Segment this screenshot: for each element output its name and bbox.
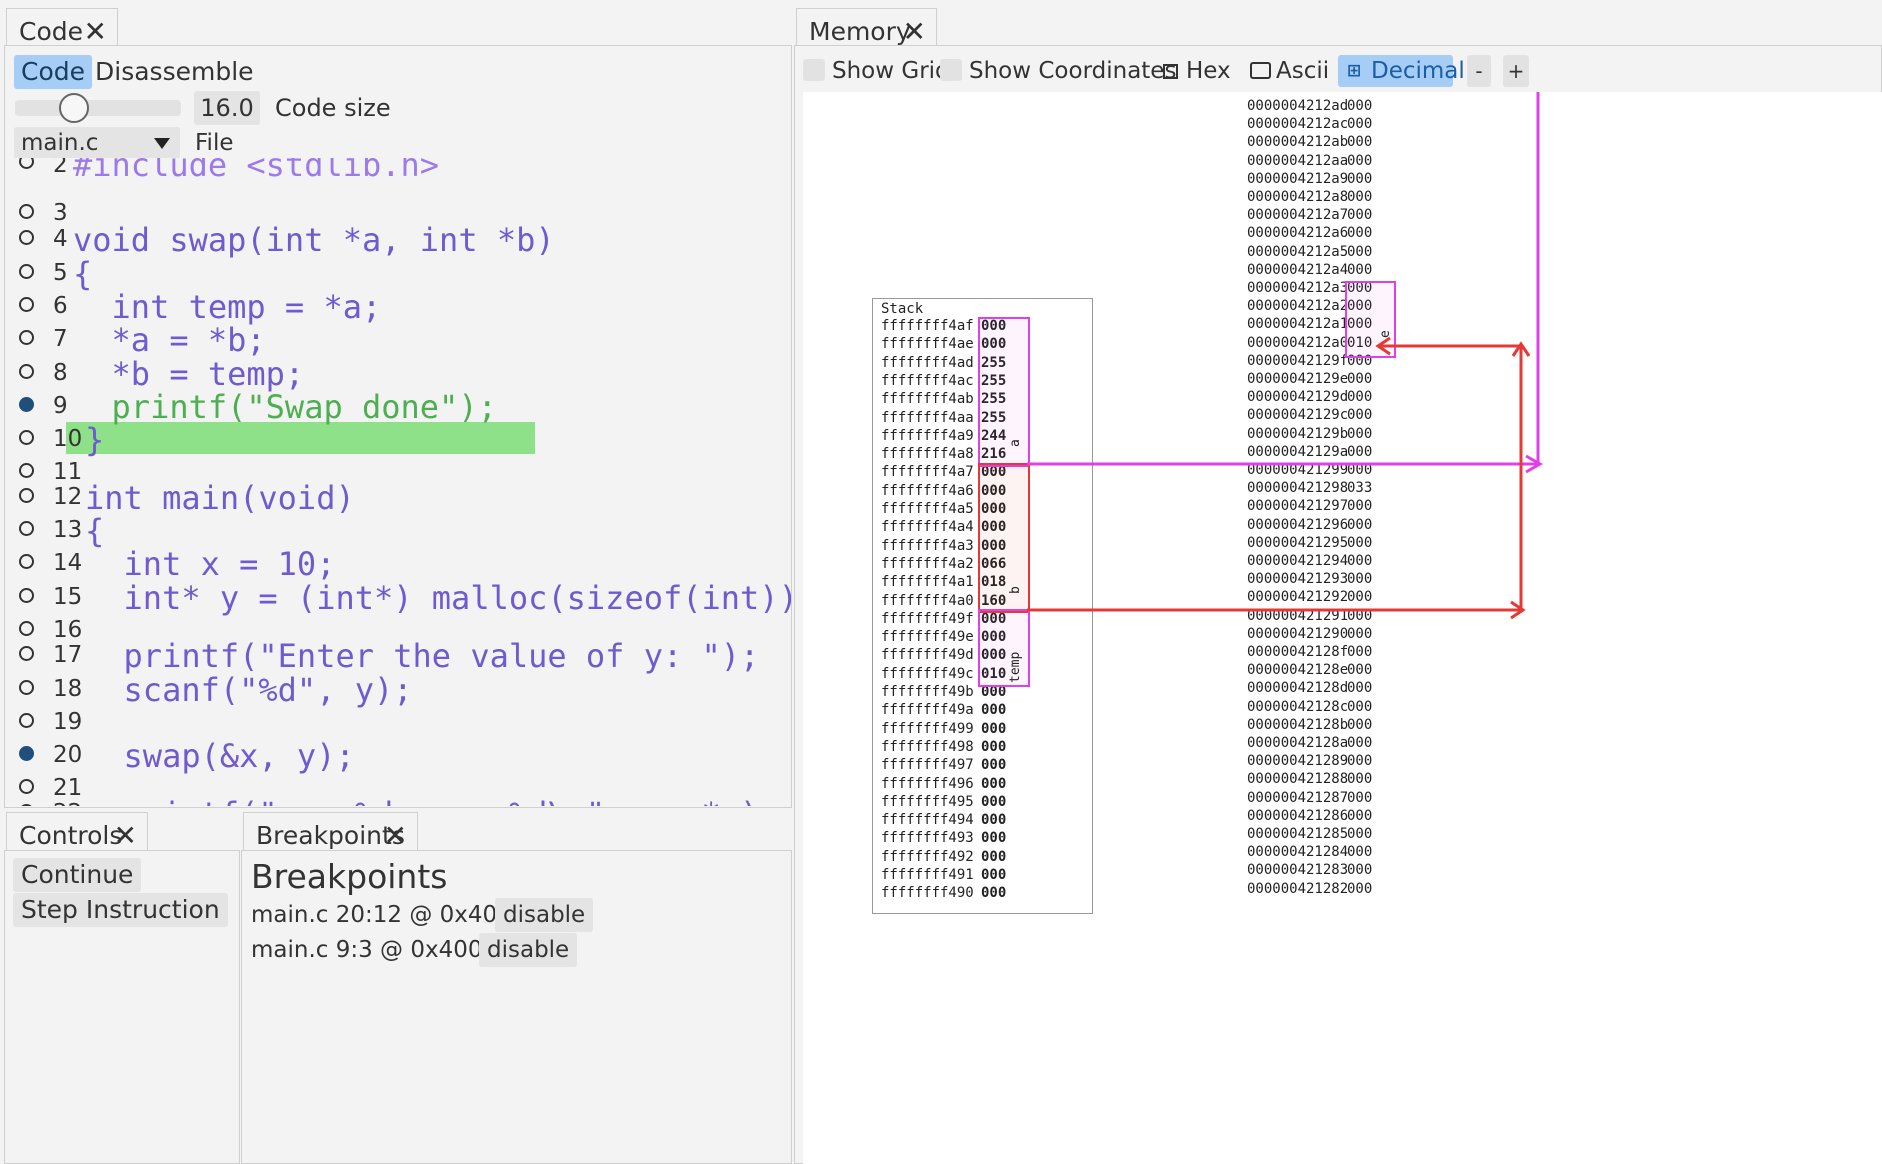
speech-bubble-icon[interactable] (1250, 62, 1271, 79)
code-size-label: Code size (275, 94, 391, 122)
disable-breakpoint-button[interactable]: disable (479, 933, 578, 967)
code-line: int x = 10; (85, 545, 336, 583)
line-number: 19 (53, 709, 83, 735)
number-format-icon: ⊞ (1347, 61, 1362, 81)
breakpoint-toggle[interactable] (19, 646, 34, 661)
line-number: 5 (53, 260, 68, 286)
breakpoint-toggle[interactable] (19, 621, 34, 636)
line-number: 13 (53, 517, 83, 543)
breakpoint-toggle[interactable] (19, 364, 34, 379)
zoom-in-button[interactable]: + (1503, 55, 1529, 87)
decimal-label: Decimal (1371, 58, 1465, 84)
breakpoint-toggle[interactable] (19, 554, 34, 569)
breakpoint-toggle[interactable] (19, 230, 34, 245)
line-number: 21 (53, 775, 83, 801)
breakpoint-toggle[interactable] (19, 297, 34, 312)
chevron-down-icon (154, 138, 170, 149)
code-line: swap(&x, y); (85, 737, 355, 775)
pointer-a-line (1027, 92, 1540, 466)
pointer-b-line (1027, 344, 1523, 612)
breakpoint-toggle[interactable] (19, 397, 34, 412)
line-number: 6 (53, 293, 68, 319)
line-number: 10 (53, 426, 83, 452)
breakpoint-toggle[interactable] (19, 488, 34, 503)
current-line-highlight (66, 422, 535, 454)
line-number: 3 (53, 200, 68, 226)
code-size-slider-handle[interactable] (59, 93, 89, 123)
file-select[interactable]: main.c (14, 127, 180, 159)
breakpoint-toggle[interactable] (19, 463, 34, 478)
breakpoint-toggle[interactable] (19, 746, 34, 761)
zoom-out-button[interactable]: - (1467, 55, 1491, 87)
code-panel: Code Disassemble 16.0 Code size main.c F… (4, 45, 792, 808)
line-number: 22 (53, 800, 82, 806)
line-number: 17 (53, 642, 83, 668)
show-coordinates-checkbox[interactable] (940, 59, 962, 81)
show-grid-checkbox[interactable] (803, 59, 825, 81)
code-line: printf("Enter the value of y: "); (85, 637, 760, 675)
code-size-slider[interactable] (15, 100, 181, 116)
step-instruction-button[interactable]: Step Instruction (13, 893, 228, 927)
breakpoint-toggle[interactable] (19, 158, 34, 169)
code-line: #include <stdlib.h> (73, 158, 440, 184)
disable-breakpoint-button[interactable]: disable (495, 898, 594, 932)
mode-disassemble-button[interactable]: Disassemble (95, 55, 254, 89)
pointer-arrows (1027, 92, 1544, 620)
tab-breakpoints-label: Breakpoints (256, 821, 405, 850)
breakpoint-toggle[interactable] (19, 804, 34, 806)
line-number: 14 (53, 550, 83, 576)
code-line: int main(void) (85, 479, 355, 517)
line-number: 16 (53, 617, 83, 643)
breakpoint-toggle[interactable] (19, 521, 34, 536)
breakpoint-toggle[interactable] (19, 680, 34, 695)
breakpoint-toggle[interactable] (19, 713, 34, 728)
code-line: void swap(int *a, int *b) (73, 221, 555, 259)
line-number: 11 (53, 459, 83, 485)
line-number: 20 (53, 742, 83, 768)
code-line: *a = *b; (73, 321, 266, 359)
code-line: printf("Swap done"); (73, 388, 497, 426)
code-view[interactable]: 2 #include <stdlib.h> 3 4 void swap(int *a… (5, 158, 791, 806)
hex-toggle[interactable]: Hex (1186, 55, 1231, 87)
breakpoint-toggle[interactable] (19, 330, 34, 345)
breakpoint-toggle[interactable] (19, 588, 34, 603)
line-number: 9 (53, 393, 68, 419)
code-size-value[interactable]: 16.0 (194, 91, 260, 125)
code-line: } (85, 421, 105, 459)
code-line: printf("x = %d, y = %d\n", x, *y); (85, 795, 779, 806)
mode-code-button[interactable]: Code (14, 55, 93, 89)
line-number: 18 (53, 676, 83, 702)
tab-code-label: Code (19, 17, 84, 46)
ascii-toggle[interactable]: Ascii (1276, 55, 1329, 87)
memory-canvas[interactable]: Stack ffffffff4af 000 ffffffff4ae 000 ffffff… (803, 92, 1882, 1164)
breakpoint-toggle[interactable] (19, 264, 34, 279)
tab-memory-label: Memory (809, 17, 911, 46)
line-number: 8 (53, 360, 68, 386)
file-select-value: main.c (21, 130, 99, 156)
breakpoint-toggle[interactable] (19, 204, 34, 219)
hex-square-icon[interactable] (1163, 64, 1178, 79)
line-number: 2 (53, 158, 68, 178)
line-number: 12 (53, 484, 83, 510)
line-number: 15 (53, 584, 83, 610)
show-grid-label[interactable]: Show Grid (832, 55, 950, 87)
tab-controls-label: Controls (19, 821, 123, 850)
file-label: File (195, 130, 234, 156)
show-coordinates-label[interactable]: Show Coordinates (969, 55, 1176, 87)
continue-button[interactable]: Continue (13, 858, 142, 892)
line-number: 7 (53, 326, 68, 352)
breakpoint-toggle[interactable] (19, 779, 34, 794)
code-line: scanf("%d", y); (85, 671, 413, 709)
decimal-toggle[interactable]: ⊞ Decimal (1338, 55, 1465, 87)
code-line: int* y = (int*) malloc(sizeof(int)); (85, 579, 791, 617)
breakpoint-toggle[interactable] (19, 430, 34, 445)
line-number: 4 (53, 226, 68, 252)
breakpoints-heading: Breakpoints (251, 857, 448, 896)
